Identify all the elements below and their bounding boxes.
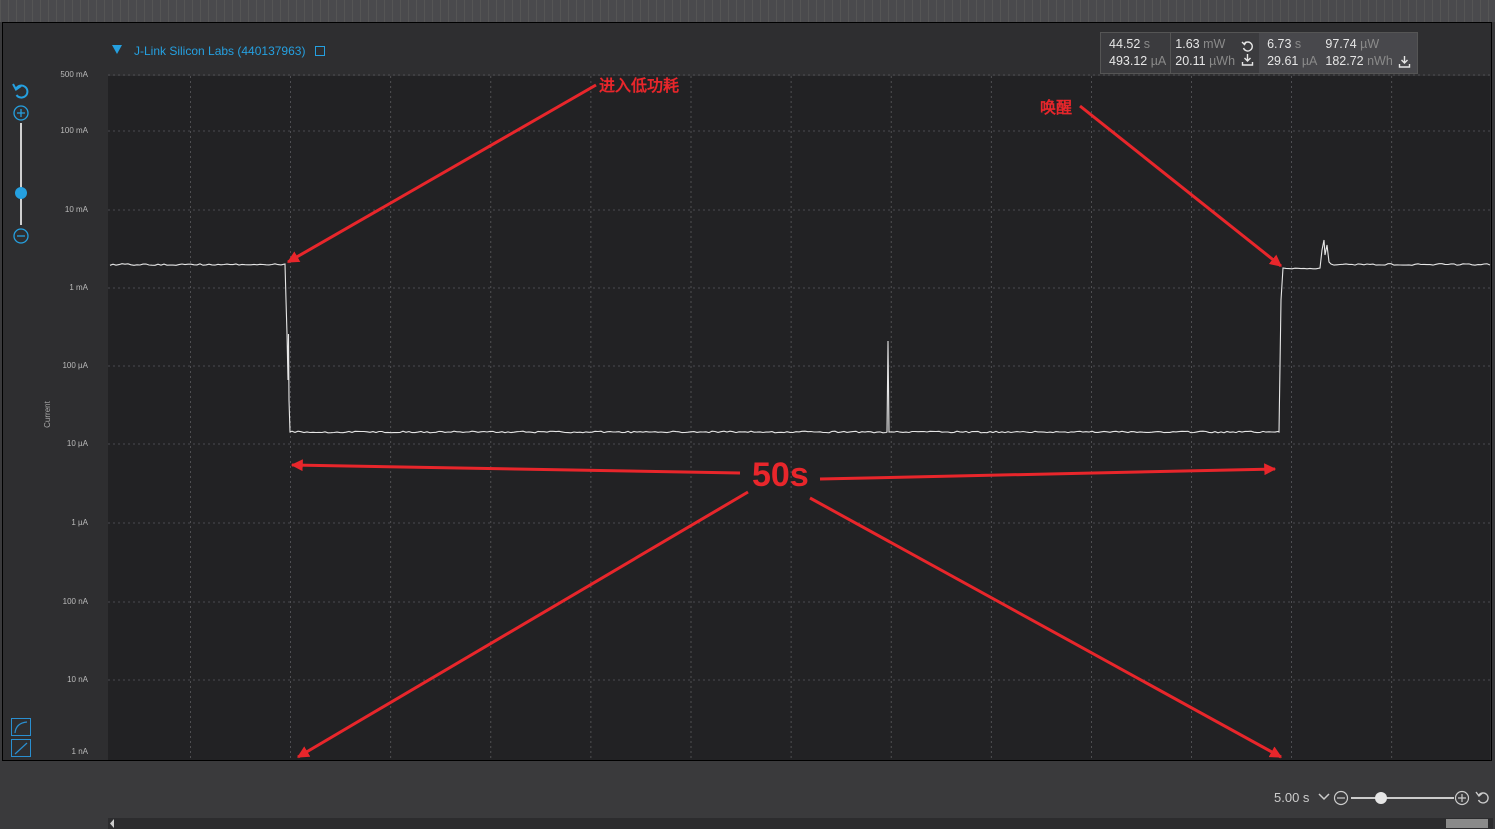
annotation-arrows — [288, 85, 1281, 757]
scrollbar-thumb[interactable] — [1446, 819, 1488, 828]
chart-grid — [108, 75, 1490, 760]
arrow-duration-bottom-left — [298, 492, 748, 757]
time-zoom-controls — [1318, 788, 1495, 808]
arrow-duration-left — [292, 465, 740, 473]
annotation-duration: 50s — [752, 456, 809, 495]
time-zoom-slider-handle[interactable] — [1375, 792, 1387, 804]
annotation-enter-low-power: 进入低功耗 — [599, 72, 679, 96]
current-trace-chart — [0, 0, 1495, 829]
arrow-duration-right — [820, 469, 1275, 479]
reset-zoom-icon[interactable] — [1476, 792, 1488, 803]
scroll-left-icon[interactable] — [108, 818, 116, 829]
zoom-out-icon[interactable] — [1335, 792, 1348, 805]
horizontal-scrollbar[interactable] — [108, 818, 1493, 829]
arrow-wake-up — [1080, 106, 1281, 266]
arrow-duration-bottom-right — [810, 498, 1281, 757]
annotation-wake-up: 唤醒 — [1040, 94, 1072, 118]
arrow-enter-low-power — [288, 85, 596, 262]
zoom-in-icon[interactable] — [1456, 792, 1469, 805]
timescale-value[interactable]: 5.00 s — [1274, 790, 1309, 805]
current-trace-line — [110, 240, 1490, 433]
timescale-control: 5.00 s — [1274, 790, 1309, 805]
chevron-down-icon[interactable] — [1319, 794, 1329, 799]
